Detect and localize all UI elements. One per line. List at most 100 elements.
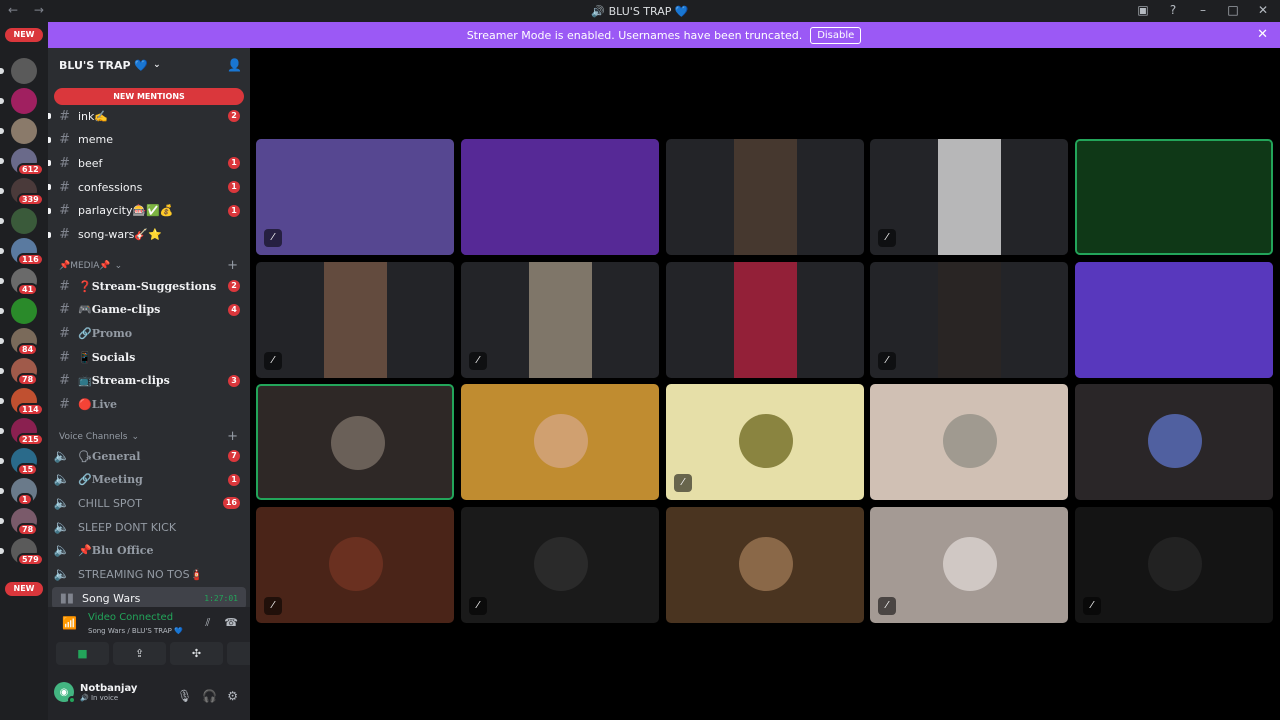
server-icon[interactable] [11, 298, 37, 324]
participant-tile[interactable]: ⁄ [666, 384, 864, 500]
server-mention-badge: 78 [17, 373, 39, 386]
voice-location[interactable]: Song Wars / BLU'S TRAP 💙 [88, 627, 183, 635]
participant-tile[interactable]: ⁄ [1075, 507, 1273, 623]
disconnect-icon[interactable]: ☎ [224, 616, 238, 630]
channel-name: 🗣General [78, 449, 141, 463]
muted-mic-icon: ⁄ [1083, 597, 1101, 615]
inbox-icon[interactable]: ▣ [1136, 3, 1150, 17]
text-channel[interactable]: # 🔴Live [48, 394, 250, 416]
participant-tile[interactable] [666, 139, 864, 255]
video-stream [256, 139, 454, 255]
voice-channel[interactable]: 🔈 🗣General 7 [48, 445, 250, 467]
text-channel[interactable]: # meme [48, 129, 250, 151]
voice-status[interactable]: Video Connected [88, 612, 173, 623]
close-icon[interactable]: ✕ [1256, 3, 1270, 17]
help-icon[interactable]: ? [1166, 3, 1180, 17]
unread-dot [0, 68, 4, 74]
video-stream [529, 262, 592, 378]
participant-tile[interactable]: ⁄ [256, 139, 454, 255]
mention-badge: 16 [222, 497, 240, 510]
voice-channel[interactable]: ▮▮ Song Wars 1:27:01 [52, 587, 246, 610]
participant-tile[interactable] [256, 384, 454, 500]
unread-dot [0, 98, 4, 104]
text-channel[interactable]: # parlaycity🎰✅💰 1 [48, 200, 250, 222]
server-icon[interactable] [11, 88, 37, 114]
new-unreads-pill-bottom[interactable]: NEW [5, 582, 43, 596]
text-channel[interactable]: # 📱Socials [48, 346, 250, 368]
user-area[interactable]: ◉ Notbanjay 🔊 In voice [54, 682, 137, 704]
signal-icon[interactable]: 📶 [62, 616, 77, 630]
create-channel-icon[interactable]: + [227, 429, 238, 444]
text-channel[interactable]: # 🎮Game-clips 4 [48, 299, 250, 321]
category-header[interactable]: Voice Channels ⌄ [59, 432, 139, 442]
participant-tile[interactable]: ⁄ [870, 139, 1068, 255]
avatar [943, 537, 997, 591]
invite-icon[interactable]: 👤 [227, 58, 242, 72]
hash-icon: # [59, 278, 70, 294]
voice-channel[interactable]: 🔈 🔗Meeting 1 [48, 469, 250, 491]
new-mentions-bar[interactable]: NEW MENTIONS [54, 88, 244, 105]
unread-dot [0, 218, 4, 224]
server-mention-badge: 78 [17, 523, 39, 536]
unread-dot [0, 158, 4, 164]
participant-tile[interactable] [1075, 384, 1273, 500]
voice-channel[interactable]: 🔈 CHILL SPOT 16 [48, 492, 250, 514]
text-channel[interactable]: # song-wars🎸⭐ [48, 224, 250, 246]
new-unreads-pill[interactable]: NEW [5, 28, 43, 42]
text-channel[interactable]: # ❓Stream-Suggestions 2 [48, 275, 250, 297]
participant-tile[interactable]: ⁄ [256, 262, 454, 378]
headphones-icon[interactable]: 🎧 [202, 689, 217, 703]
avatar [739, 537, 793, 591]
participant-tile[interactable]: ⁄ [870, 507, 1068, 623]
voice-channel[interactable]: 🔈 📌Blu Office [48, 540, 250, 562]
participant-tile[interactable] [461, 139, 659, 255]
participant-tile[interactable]: ⁄ [256, 507, 454, 623]
server-icon[interactable] [11, 118, 37, 144]
text-channel[interactable]: # ink✍️ 2 [48, 105, 250, 127]
muted-mic-icon: ⁄ [878, 229, 896, 247]
hash-icon: # [59, 302, 70, 318]
voice-channel[interactable]: 🔈 STREAMING NO TOS🧯 [48, 564, 250, 586]
participant-tile[interactable]: ⁄ [461, 507, 659, 623]
text-channel[interactable]: # beef 1 [48, 152, 250, 174]
camera-button[interactable]: ■ [56, 642, 109, 665]
text-channel[interactable]: # 🔗Promo [48, 322, 250, 344]
activities-button[interactable]: ✣ [170, 642, 223, 665]
disable-button[interactable]: Disable [810, 26, 862, 44]
server-icon[interactable] [11, 58, 37, 84]
participant-tile[interactable] [1075, 262, 1273, 378]
participant-tile[interactable] [461, 384, 659, 500]
microphone-icon[interactable]: 🎙 [177, 689, 192, 703]
participant-tile[interactable]: ⁄ [461, 262, 659, 378]
speaker-icon: 🔈 [53, 519, 70, 535]
maximize-icon[interactable]: □ [1226, 3, 1240, 17]
streamer-mode-banner: Streamer Mode is enabled. Usernames have… [48, 22, 1280, 48]
participant-tile[interactable] [666, 507, 864, 623]
gear-icon[interactable]: ⚙ [227, 689, 238, 703]
screen-share-button[interactable]: ⇪ [113, 642, 166, 665]
avatar[interactable]: ◉ [54, 682, 76, 704]
participant-tile[interactable] [1075, 139, 1273, 255]
minimize-icon[interactable]: – [1196, 3, 1210, 17]
voice-channel[interactable]: 🔈 SLEEP DONT KICK [48, 516, 250, 538]
unread-dot [0, 488, 4, 494]
participant-tile[interactable] [870, 384, 1068, 500]
muted-mic-icon: ⁄ [674, 474, 692, 492]
noise-suppression-icon[interactable]: ⫽ [205, 616, 210, 630]
text-channel[interactable]: # 📺Stream-clips 3 [48, 370, 250, 392]
participant-tile[interactable] [666, 262, 864, 378]
channel-name: song-wars🎸⭐ [78, 228, 162, 241]
create-channel-icon[interactable]: + [227, 258, 238, 273]
category-header[interactable]: 📌MEDIA📌 ⌄ [59, 261, 122, 271]
unread-dot [0, 428, 4, 434]
unread-dot [0, 368, 4, 374]
text-channel[interactable]: # confessions 1 [48, 176, 250, 198]
speaker-icon: 🔈 [53, 567, 70, 582]
server-icon[interactable] [11, 208, 37, 234]
banner-close-icon[interactable]: ✕ [1257, 27, 1268, 42]
channel-name: 📺Stream-clips [78, 374, 170, 388]
guild-header[interactable]: BLU'S TRAP 💙 ⌄ [48, 48, 250, 82]
unread-dot [0, 548, 4, 554]
participant-tile[interactable]: ⁄ [870, 262, 1068, 378]
avatar [943, 414, 997, 468]
